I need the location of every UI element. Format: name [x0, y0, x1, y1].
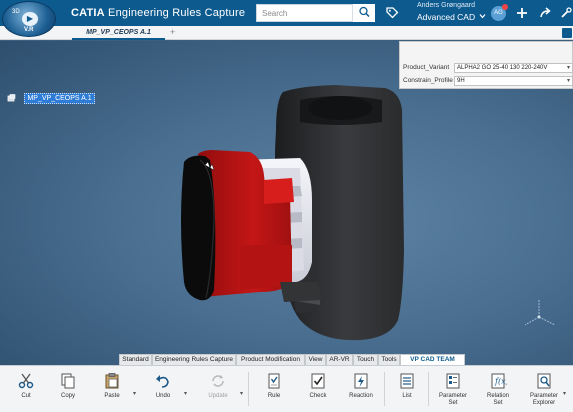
search-icon	[359, 6, 370, 18]
undo-label: Undo	[155, 393, 171, 399]
check-label: Check	[309, 393, 327, 399]
update-button[interactable]: Update	[200, 369, 236, 411]
search-button[interactable]	[352, 4, 375, 22]
toolbar-divider	[428, 372, 429, 406]
reaction-icon	[354, 373, 368, 389]
restore-icon[interactable]	[562, 28, 572, 38]
svg-text:f(x): f(x)	[494, 377, 507, 386]
section-tab-product-modification[interactable]: Product Modification	[236, 354, 305, 365]
undo-button[interactable]: Undo	[145, 369, 181, 411]
list-icon	[400, 373, 414, 389]
share-icon[interactable]	[538, 6, 552, 20]
relation-set-icon: f(x)	[491, 373, 507, 389]
chevron-down-icon[interactable]	[479, 13, 486, 19]
reaction-button[interactable]: Reaction	[343, 369, 379, 411]
undo-icon	[156, 375, 169, 388]
check-button[interactable]: Check	[300, 369, 336, 411]
section-tab-standard[interactable]: Standard	[119, 354, 152, 365]
chevron-down-icon[interactable]: ▾	[567, 77, 570, 84]
chevron-down-icon[interactable]: ▾	[184, 390, 187, 397]
relation-set-label: Relation Set	[486, 393, 509, 406]
document-tab-strip: MP_VP_CEOPS A.1 +	[0, 26, 573, 40]
section-tab-engineering-rules-capture[interactable]: Engineering Rules Capture	[152, 354, 236, 365]
section-tab-ar-vr[interactable]: AR-VR	[326, 354, 353, 365]
parameter-set-button[interactable]: Parameter Set	[435, 369, 471, 411]
copy-icon	[61, 373, 75, 389]
chevron-down-icon[interactable]: ▾	[133, 390, 136, 397]
update-icon	[212, 375, 224, 387]
notification-badge	[502, 4, 508, 10]
top-bar: CATIA Engineering Rules Capture Search A…	[0, 0, 573, 26]
param-label-product-variant: Product_Variant	[403, 64, 450, 71]
play-icon[interactable]: ▶	[22, 12, 38, 26]
update-label: Update	[208, 393, 228, 399]
pump-model[interactable]	[0, 41, 573, 365]
list-button[interactable]: List	[389, 369, 425, 411]
copy-button[interactable]: Copy	[50, 369, 86, 411]
paste-label: Paste	[104, 393, 120, 399]
section-tab-view[interactable]: View	[305, 354, 326, 365]
brand-version: V.R	[24, 27, 34, 33]
rule-label: Rule	[267, 393, 281, 399]
parameter-explorer-label: Parameter Explorer	[529, 393, 558, 406]
parameter-explorer-button[interactable]: Parameter Explorer	[524, 369, 564, 411]
compass-widget[interactable]: 3D ▶ V.R	[2, 1, 56, 37]
section-tab-vp-cad-team-test[interactable]: VP CAD TEAM TEST	[400, 354, 465, 373]
3d-viewport[interactable]: MP_VP_CEOPS A.1	[0, 41, 573, 365]
section-tab-touch[interactable]: Touch	[353, 354, 378, 365]
section-tab-tools[interactable]: Tools	[378, 354, 400, 365]
toolbar-divider	[384, 372, 385, 406]
parameter-explorer-icon	[537, 373, 551, 389]
parameter-set-icon	[446, 373, 460, 389]
app-title: CATIA Engineering Rules Capture	[71, 7, 246, 19]
toolbar-divider	[248, 372, 249, 406]
role-selector[interactable]: Advanced CAD	[417, 12, 475, 22]
chevron-down-icon[interactable]: ▾	[563, 390, 566, 397]
paste-icon	[105, 373, 119, 389]
add-tab-button[interactable]: +	[170, 27, 175, 37]
parameter-set-label: Parameter Set	[438, 393, 467, 406]
compass-side-label: 3D	[12, 9, 20, 15]
section-tabs: Standard Engineering Rules Capture Produ…	[0, 354, 573, 373]
param-value-product-variant[interactable]: ALPHA2 GO 25-40 130 220-240V ▾	[454, 63, 573, 73]
copy-label: Copy	[60, 393, 75, 399]
param-label-constrain-profile: Constrain_Profile	[403, 77, 453, 84]
tag-icon[interactable]	[385, 6, 399, 20]
scissors-icon	[18, 373, 34, 389]
check-icon	[311, 373, 325, 389]
chevron-down-icon[interactable]: ▾	[240, 390, 243, 397]
action-bar: Cut Copy Paste ▾ Undo ▾ Update ▾ Rule Ch…	[0, 365, 573, 412]
rule-icon	[268, 373, 280, 389]
relation-set-button[interactable]: f(x) RelationSet	[480, 369, 516, 411]
list-label: List	[402, 393, 412, 399]
parameter-panel: Product_Variant ALPHA2 GO 25-40 130 220-…	[399, 41, 573, 89]
user-name: Anders Grøngaard	[417, 2, 475, 9]
axis-triad-icon[interactable]	[519, 295, 559, 335]
tools-icon[interactable]	[559, 6, 573, 20]
rule-button[interactable]: Rule	[256, 369, 292, 411]
chevron-down-icon[interactable]: ▾	[567, 64, 570, 71]
param-value-constrain-profile[interactable]: 9H ▾	[454, 76, 573, 86]
cut-label: Cut	[21, 393, 31, 399]
paste-button[interactable]: Paste	[94, 369, 130, 411]
cut-button[interactable]: Cut	[8, 369, 44, 411]
tab-mp-vp-ceops[interactable]: MP_VP_CEOPS A.1	[72, 27, 165, 40]
reaction-label: Reaction	[349, 393, 373, 399]
plus-icon[interactable]	[515, 6, 529, 20]
